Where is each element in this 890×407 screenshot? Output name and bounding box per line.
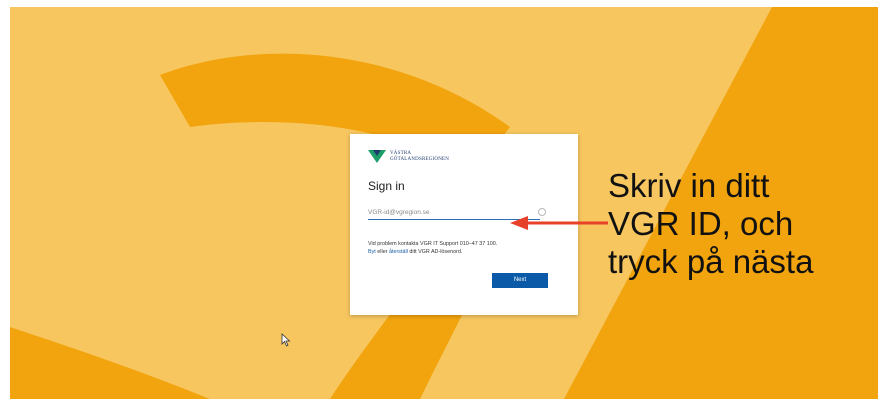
reset-password-link[interactable]: återställ <box>389 249 408 255</box>
vgr-logo-icon <box>368 150 386 163</box>
instruction-annotation: Skriv in ditt VGR ID, och tryck på nästa <box>608 167 813 281</box>
mouse-cursor-icon <box>281 333 291 347</box>
help-text: Vid problem kontakta VGR IT Support 010–… <box>368 240 568 256</box>
help-mid-text: eller <box>377 249 388 255</box>
annotation-line3: tryck på nästa <box>608 243 814 280</box>
help-end-text: ditt VGR AD-lösenord. <box>409 249 463 255</box>
arrow-icon <box>510 216 608 230</box>
page-title: Sign in <box>368 179 405 193</box>
logo-text-line2: GÖTALANDSREGIONEN <box>390 157 450 162</box>
annotation-line2: VGR ID, och <box>608 205 794 242</box>
change-password-link[interactable]: Byt <box>368 249 376 255</box>
next-button[interactable]: Next <box>492 273 548 288</box>
annotation-line1: Skriv in ditt <box>608 167 770 204</box>
vgr-logo: VÄSTRA GÖTALANDSREGIONEN <box>368 150 480 164</box>
help-text-line: Vid problem kontakta VGR IT Support 010–… <box>368 241 498 247</box>
desktop-background: VÄSTRA GÖTALANDSREGIONEN Sign in Vid pro… <box>10 7 878 399</box>
logo-text: VÄSTRA GÖTALANDSREGIONEN <box>390 151 480 163</box>
